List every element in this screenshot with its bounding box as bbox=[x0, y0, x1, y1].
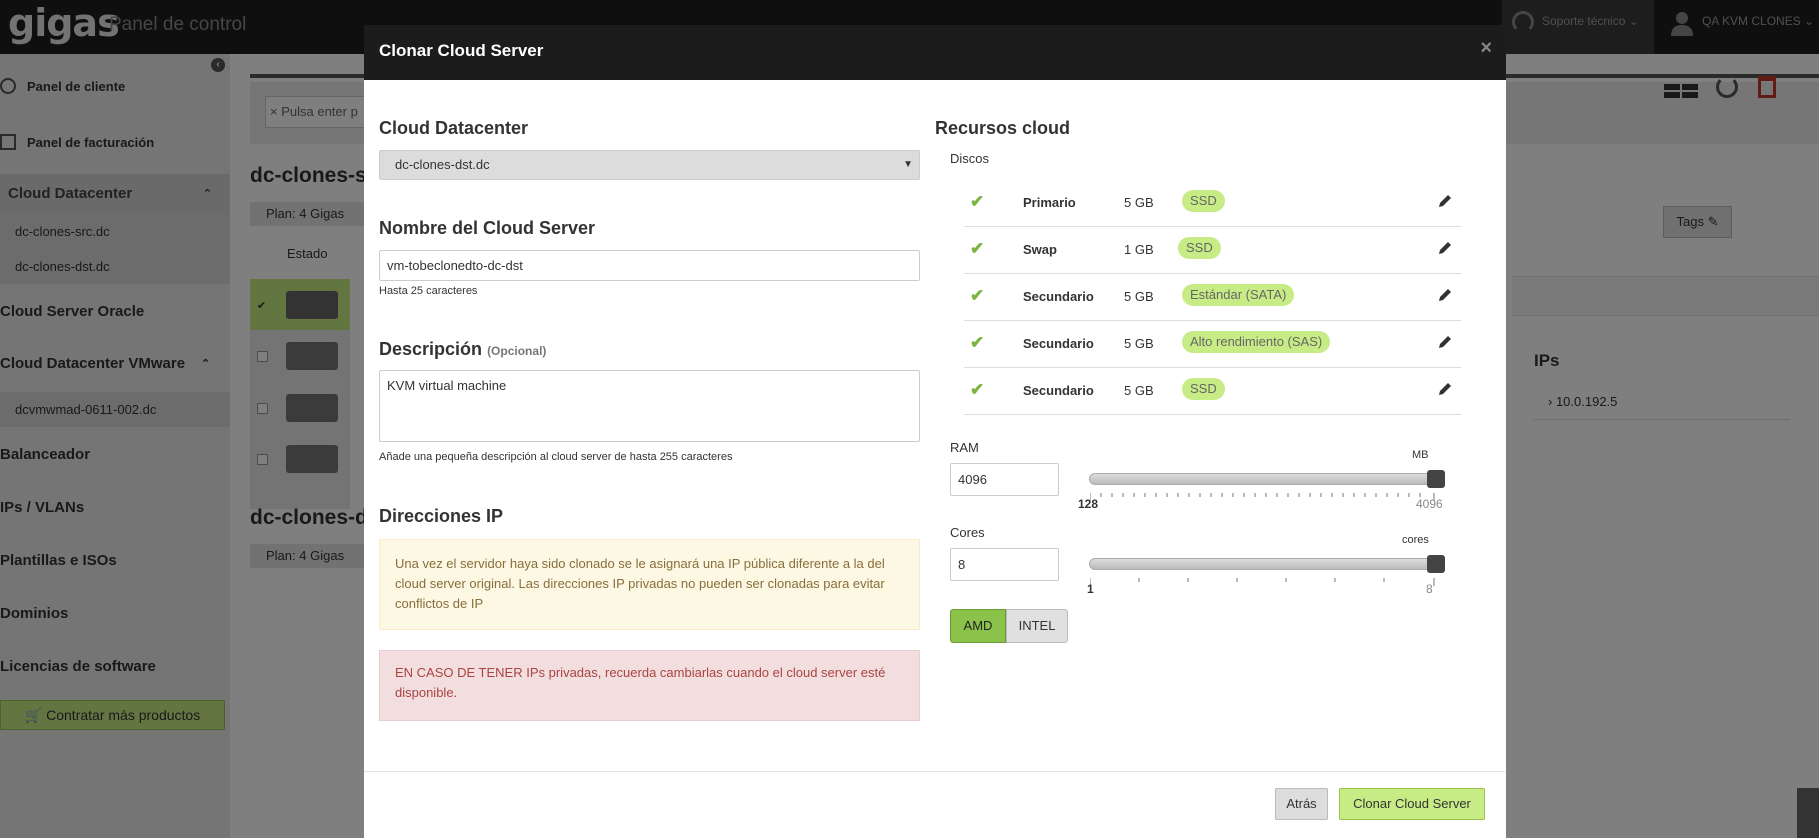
cores-slider[interactable] bbox=[1089, 558, 1438, 570]
disk-row: ✔ Secundario 5 GB Alto rendimiento (SAS) bbox=[964, 321, 1461, 368]
optional-label: (Opcional) bbox=[487, 344, 547, 358]
datacenter-select[interactable]: dc-clones-dst.dc ▼ bbox=[379, 150, 920, 180]
cores-max-label: 8 bbox=[1426, 582, 1433, 596]
server-name-heading: Nombre del Cloud Server bbox=[379, 218, 596, 238]
cpu-intel-button[interactable]: INTEL bbox=[1006, 609, 1068, 643]
check-icon: ✔ bbox=[970, 380, 985, 399]
cores-min-label: 1 bbox=[1087, 582, 1094, 596]
ram-slider[interactable] bbox=[1089, 473, 1438, 485]
ip-heading: Direcciones IP bbox=[379, 506, 504, 526]
disk-type-badge: Alto rendimiento (SAS) bbox=[1182, 331, 1331, 353]
modal-footer-divider bbox=[364, 771, 1506, 772]
pencil-icon[interactable] bbox=[1437, 287, 1453, 303]
ram-min-label: 128 bbox=[1078, 497, 1099, 511]
disk-name: Secundario bbox=[1023, 289, 1094, 304]
cores-unit: cores bbox=[1402, 534, 1429, 546]
datacenter-heading: Cloud Datacenter bbox=[379, 118, 529, 138]
disk-size: 5 GB bbox=[1124, 336, 1154, 351]
disk-size: 5 GB bbox=[1124, 289, 1154, 304]
disks-label: Discos bbox=[950, 151, 990, 166]
disk-name: Primario bbox=[1023, 195, 1076, 210]
pencil-icon[interactable] bbox=[1437, 240, 1453, 256]
check-icon: ✔ bbox=[970, 239, 985, 258]
disk-row: ✔ Swap 1 GB SSD bbox=[964, 227, 1461, 274]
dropdown-arrow-icon: ▼ bbox=[903, 159, 913, 170]
cores-label: Cores bbox=[950, 525, 985, 540]
close-icon[interactable]: × bbox=[1480, 25, 1492, 71]
description-heading: Descripción (Opcional) bbox=[379, 339, 547, 359]
resources-heading: Recursos cloud bbox=[935, 118, 1071, 138]
disk-row: ✔ Secundario 5 GB Estándar (SATA) bbox=[964, 274, 1461, 321]
disk-type-badge: Estándar (SATA) bbox=[1182, 284, 1295, 306]
back-button[interactable]: Atrás bbox=[1275, 788, 1328, 820]
disk-size: 5 GB bbox=[1124, 195, 1154, 210]
check-icon: ✔ bbox=[970, 333, 985, 352]
cores-slider-handle[interactable] bbox=[1427, 555, 1445, 573]
disk-size: 1 GB bbox=[1124, 242, 1154, 257]
description-textarea[interactable]: KVM virtual machine bbox=[379, 370, 920, 442]
ram-slider-ticks bbox=[1090, 493, 1435, 501]
modal-header: Clonar Cloud Server × bbox=[364, 25, 1506, 80]
disk-row: ✔ Primario 5 GB SSD bbox=[964, 180, 1461, 227]
ram-max-label: 4096 bbox=[1416, 497, 1443, 511]
check-icon: ✔ bbox=[970, 286, 985, 305]
ram-input[interactable]: 4096 bbox=[950, 463, 1059, 496]
ram-unit: MB bbox=[1412, 449, 1429, 461]
disk-type-badge: SSD bbox=[1182, 378, 1225, 400]
pencil-icon[interactable] bbox=[1437, 381, 1453, 397]
disk-type-badge: SSD bbox=[1178, 237, 1221, 259]
server-name-input[interactable]: vm-tobeclonedto-dc-dst bbox=[379, 250, 920, 281]
ip-warning-alert: Una vez el servidor haya sido clonado se… bbox=[379, 539, 920, 630]
pencil-icon[interactable] bbox=[1437, 334, 1453, 350]
pencil-icon[interactable] bbox=[1437, 193, 1453, 209]
disk-name: Secundario bbox=[1023, 336, 1094, 351]
cores-slider-ticks bbox=[1090, 578, 1435, 586]
cpu-amd-button[interactable]: AMD bbox=[950, 609, 1006, 643]
modal-title: Clonar Cloud Server bbox=[379, 41, 544, 60]
disk-row: ✔ Secundario 5 GB SSD bbox=[964, 368, 1461, 415]
ram-label: RAM bbox=[950, 440, 979, 455]
ram-slider-handle[interactable] bbox=[1427, 470, 1445, 488]
disk-name: Secundario bbox=[1023, 383, 1094, 398]
check-icon: ✔ bbox=[970, 192, 985, 211]
datacenter-selected-value: dc-clones-dst.dc bbox=[395, 157, 490, 172]
clone-server-button[interactable]: Clonar Cloud Server bbox=[1339, 788, 1485, 820]
server-name-help: Hasta 25 caracteres bbox=[379, 285, 478, 297]
disk-type-badge: SSD bbox=[1182, 190, 1225, 212]
description-value: KVM virtual machine bbox=[387, 378, 507, 393]
disk-size: 5 GB bbox=[1124, 383, 1154, 398]
cores-input[interactable]: 8 bbox=[950, 548, 1059, 581]
clone-server-modal: Clonar Cloud Server × Cloud Datacenter d… bbox=[364, 25, 1506, 838]
description-help: Añade una pequeña descripción al cloud s… bbox=[379, 451, 733, 463]
ip-danger-alert: EN CASO DE TENER IPs privadas, recuerda … bbox=[379, 650, 920, 721]
chat-widget-tab[interactable] bbox=[1797, 788, 1819, 838]
disk-name: Swap bbox=[1023, 242, 1057, 257]
